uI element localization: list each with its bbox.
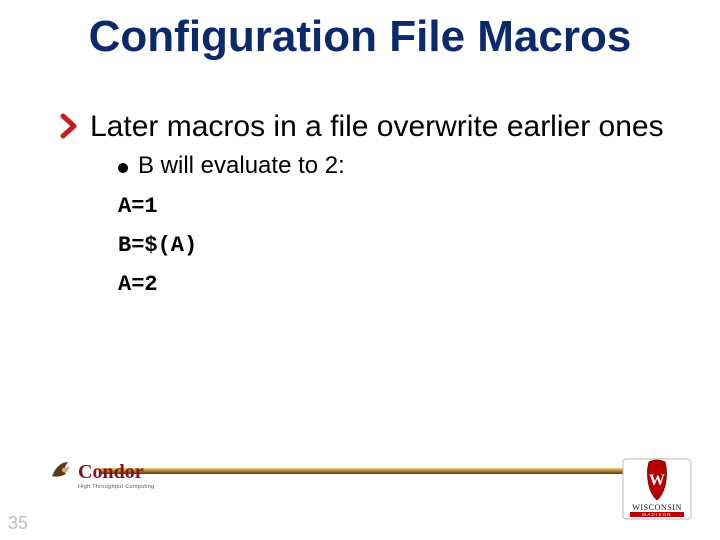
dot-icon	[118, 163, 128, 173]
sub-bullet-row: B will evaluate to 2:	[118, 152, 680, 180]
wisconsin-logo: W WISCONSIN MADISON	[622, 458, 692, 520]
condor-logo: Condor High Throughput Computing	[46, 456, 176, 496]
sub-block: B will evaluate to 2: A=1 B=$(A) A=2	[118, 152, 680, 297]
slide: Configuration File Macros Later macros i…	[0, 0, 720, 540]
slide-body: Later macros in a file overwrite earlier…	[60, 108, 680, 297]
code-line-3: A=2	[118, 272, 680, 297]
slide-number: 35	[8, 513, 28, 534]
sub-bullet-text: B will evaluate to 2:	[138, 152, 345, 180]
footer-rule	[100, 468, 640, 474]
chevron-icon	[60, 114, 86, 138]
wisc-text: WISCONSIN	[632, 503, 682, 512]
slide-title: Configuration File Macros	[0, 12, 720, 62]
svg-text:W: W	[649, 472, 665, 489]
code-line-1: A=1	[118, 194, 680, 219]
condor-text: Condor	[78, 461, 144, 483]
code-line-2: B=$(A)	[118, 233, 680, 258]
condor-tagline: High Throughput Computing	[78, 484, 155, 490]
bullet-level1: Later macros in a file overwrite earlier…	[60, 108, 680, 146]
wisc-subtext: MADISON	[642, 512, 671, 517]
bullet-text: Later macros in a file overwrite earlier…	[90, 108, 664, 146]
